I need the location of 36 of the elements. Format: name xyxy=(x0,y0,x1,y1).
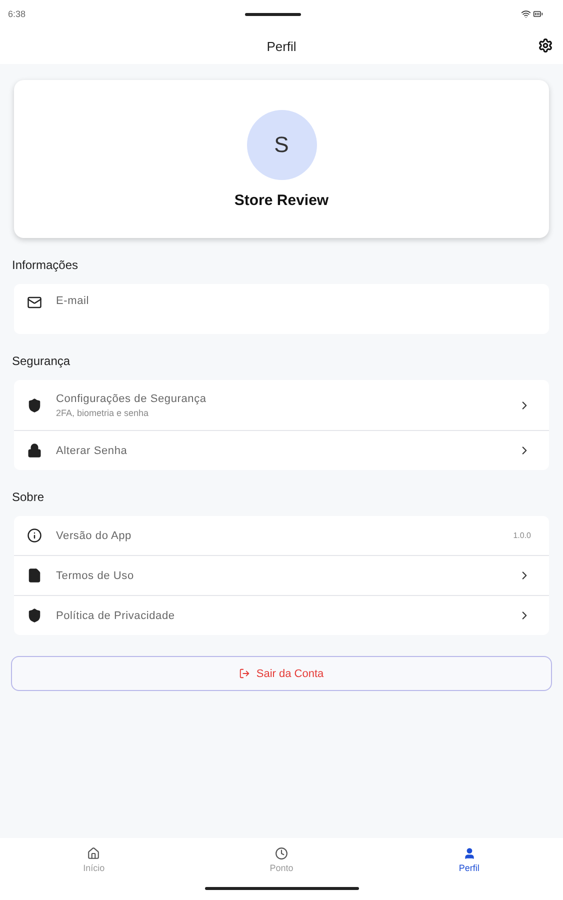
nav-tab[interactable]: Perfil xyxy=(375,838,563,882)
item-label: Configurações de Segurança xyxy=(56,392,208,404)
item-label: E-mail xyxy=(56,295,90,307)
item-label: Versão do App xyxy=(56,530,132,542)
logout-icon xyxy=(239,668,250,679)
clock-icon xyxy=(275,847,288,860)
item-subtitle: 2FA, biometria e senha xyxy=(56,408,150,418)
version-value: 1.0.0 xyxy=(513,531,531,540)
notch-bar xyxy=(245,12,302,16)
document-icon xyxy=(27,568,42,583)
status-time: 6:38 xyxy=(8,9,26,19)
profile-name: Store Review xyxy=(234,192,329,208)
settings-icon xyxy=(538,38,553,53)
list-item[interactable]: Configurações de Segurança 2FA, biometria e senha xyxy=(14,380,549,430)
battery-icon xyxy=(533,9,543,19)
list-item[interactable]: Termos de Uso xyxy=(14,555,549,595)
list-item[interactable]: Alterar Senha xyxy=(14,430,549,470)
settings-button[interactable] xyxy=(536,36,555,55)
shield-icon xyxy=(27,398,42,412)
page-title: Perfil xyxy=(266,38,296,54)
list-item[interactable]: Política de Privacidade xyxy=(14,595,549,635)
mail-icon xyxy=(27,295,42,310)
person-icon xyxy=(462,847,476,860)
home-icon xyxy=(87,847,100,860)
logout-button[interactable]: Sair da Conta xyxy=(11,656,552,691)
avatar: S xyxy=(246,110,316,180)
wifi-icon xyxy=(521,9,531,19)
item-label: Alterar Senha xyxy=(56,444,128,456)
section-title: Sobre xyxy=(12,490,46,504)
shield-icon xyxy=(27,608,42,623)
item-label: Política de Privacidade xyxy=(56,610,176,622)
lock-icon xyxy=(27,443,42,458)
info-icon xyxy=(27,528,42,543)
section-title: Informações xyxy=(12,258,80,272)
section-title: Segurança xyxy=(12,354,72,368)
item-label: Termos de Uso xyxy=(56,570,135,582)
